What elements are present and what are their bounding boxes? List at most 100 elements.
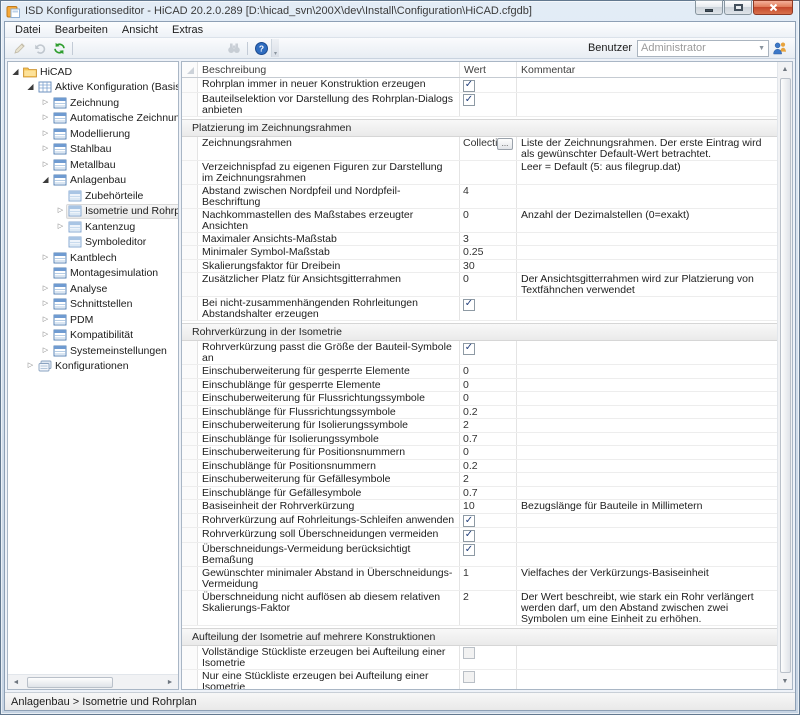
tree-item-analyse[interactable]: ▷Analyse [8, 281, 178, 297]
setting-value-cell[interactable]: 3 [460, 233, 517, 246]
tree-item-pdm[interactable]: ▷PDM [8, 312, 178, 328]
setting-value-cell[interactable] [460, 93, 517, 116]
menu-item-bearbeiten[interactable]: Bearbeiten [48, 23, 115, 37]
expander-collapsed-icon[interactable]: ▷ [40, 346, 51, 356]
user-switch-button[interactable] [769, 39, 791, 57]
setting-value-cell[interactable] [460, 297, 517, 320]
setting-row[interactable]: Gewünschter minimaler Abstand in Übersch… [182, 567, 777, 591]
setting-value-cell[interactable] [460, 514, 517, 528]
setting-row[interactable]: Nur eine Stückliste erzeugen bei Aufteil… [182, 670, 777, 690]
setting-value-cell[interactable] [460, 543, 517, 566]
minimize-button[interactable] [695, 0, 723, 15]
setting-row[interactable]: Maximaler Ansichts-Maßstab3 [182, 233, 777, 247]
setting-value-cell[interactable]: 0 [460, 446, 517, 459]
setting-value-cell[interactable]: 30 [460, 260, 517, 273]
expander-expanded-icon[interactable]: ◢ [40, 175, 51, 185]
setting-row[interactable]: Einschublänge für Flussrichtungssymbole0… [182, 406, 777, 420]
setting-value-cell[interactable]: 0.7 [460, 433, 517, 446]
setting-row[interactable]: Basiseinheit der Rohrverkürzung10Bezugsl… [182, 500, 777, 514]
expander-expanded-icon[interactable]: ◢ [25, 82, 36, 92]
setting-value-cell[interactable]: 0 [460, 273, 517, 296]
setting-value-cell[interactable]: 2 [460, 419, 517, 432]
value-checkbox[interactable] [463, 343, 475, 355]
setting-row[interactable]: Minimaler Symbol-Maßstab0.25 [182, 246, 777, 260]
tree-item-symboleditor[interactable]: Symboleditor [8, 235, 178, 251]
setting-row[interactable]: Rohrverkürzung passt die Größe der Baute… [182, 341, 777, 365]
setting-row[interactable]: Verzeichnispfad zu eigenen Figuren zur D… [182, 161, 777, 185]
setting-row[interactable]: Skalierungsfaktor für Dreibein30 [182, 260, 777, 274]
setting-value-cell[interactable]: 0.7 [460, 487, 517, 500]
setting-value-cell[interactable]: 0.2 [460, 460, 517, 473]
column-header-kommentar[interactable]: Kommentar [517, 62, 777, 77]
find-button[interactable] [224, 39, 244, 57]
setting-value-cell[interactable] [460, 670, 517, 690]
expander-collapsed-icon[interactable]: ▷ [40, 129, 51, 139]
column-header-wert[interactable]: Wert [460, 62, 517, 77]
value-checkbox[interactable] [463, 299, 475, 311]
tree-item-modellierung[interactable]: ▷Modellierung [8, 126, 178, 142]
tree-item-zubeh-rteile[interactable]: Zubehörteile [8, 188, 178, 204]
value-checkbox[interactable] [463, 80, 475, 92]
tree-item-montagesimulation[interactable]: Montagesimulation [8, 266, 178, 282]
tree-item-schnittstellen[interactable]: ▷Schnittstellen [8, 297, 178, 313]
setting-row[interactable]: Nachkommastellen des Maßstabes erzeugter… [182, 209, 777, 233]
setting-row[interactable]: ZeichnungsrahmenCollection...Liste der Z… [182, 137, 777, 161]
scrollbar-thumb[interactable] [27, 677, 113, 688]
setting-value-cell[interactable]: 4 [460, 185, 517, 208]
edit-button[interactable] [9, 39, 29, 57]
menu-item-datei[interactable]: Datei [8, 23, 48, 37]
tree-item-kantenzug[interactable]: ▷Kantenzug [8, 219, 178, 235]
menu-item-extras[interactable]: Extras [165, 23, 210, 37]
scroll-right-icon[interactable]: ► [163, 676, 177, 689]
scrollbar-thumb[interactable] [780, 78, 791, 673]
tree-item-zeichnung[interactable]: ▷Zeichnung [8, 95, 178, 111]
setting-value-cell[interactable]: 0 [460, 392, 517, 405]
expander-collapsed-icon[interactable]: ▷ [55, 206, 66, 216]
value-checkbox[interactable] [463, 647, 475, 659]
setting-value-cell[interactable]: 2 [460, 473, 517, 486]
expander-collapsed-icon[interactable]: ▷ [40, 284, 51, 294]
setting-value-cell[interactable] [460, 341, 517, 364]
setting-value-cell[interactable]: 0.2 [460, 406, 517, 419]
expander-collapsed-icon[interactable]: ▷ [40, 98, 51, 108]
setting-row[interactable]: Bauteilselektion vor Darstellung des Roh… [182, 93, 777, 117]
setting-row[interactable]: Bei nicht-zusammenhängenden Rohrleitunge… [182, 297, 777, 321]
toolbar-overflow-grip[interactable]: ▾ [271, 39, 279, 57]
tree-horizontal-scrollbar[interactable]: ◄ ► [8, 674, 178, 689]
setting-row[interactable]: Einschuberweiterung für Gefällesymbole2 [182, 473, 777, 487]
value-checkbox[interactable] [463, 671, 475, 683]
setting-row[interactable]: Rohrverkürzung soll Überschneidungen ver… [182, 528, 777, 543]
setting-value-cell[interactable]: 0 [460, 209, 517, 232]
expander-collapsed-icon[interactable]: ▷ [40, 253, 51, 263]
tree-item-konfigurationen[interactable]: ▷Konfigurationen [8, 359, 178, 375]
setting-value-cell[interactable]: Collection... [460, 137, 517, 160]
setting-row[interactable]: Zusätzlicher Platz für Ansichtsgitterrah… [182, 273, 777, 297]
tree-item-isometrie-und-rohrplan[interactable]: ▷Isometrie und Rohrplan [8, 204, 178, 220]
setting-value-cell[interactable]: 1 [460, 567, 517, 590]
setting-row[interactable]: Abstand zwischen Nordpfeil und Nordpfeil… [182, 185, 777, 209]
value-checkbox[interactable] [463, 515, 475, 527]
expander-collapsed-icon[interactable]: ▷ [40, 315, 51, 325]
column-header-beschreibung[interactable]: Beschreibung [198, 62, 460, 77]
setting-row[interactable]: Rohrplan immer in neuer Konstruktion erz… [182, 78, 777, 93]
scroll-down-icon[interactable]: ▼ [778, 675, 792, 688]
close-button[interactable] [753, 0, 793, 15]
expander-collapsed-icon[interactable]: ▷ [40, 113, 51, 123]
value-checkbox[interactable] [463, 94, 475, 106]
titlebar[interactable]: ISD Konfigurationseditor - HiCAD 20.2.0.… [4, 1, 796, 21]
setting-row[interactable]: Rohrverkürzung auf Rohrleitungs-Schleife… [182, 514, 777, 529]
expander-collapsed-icon[interactable]: ▷ [55, 222, 66, 232]
user-combobox[interactable]: Administrator ▼ [637, 40, 769, 57]
setting-value-cell[interactable]: 2 [460, 591, 517, 625]
setting-row[interactable]: Einschublänge für Isolierungssymbole0.7 [182, 433, 777, 447]
ellipsis-button[interactable]: ... [497, 138, 513, 150]
setting-value-cell[interactable] [460, 646, 517, 669]
expander-collapsed-icon[interactable]: ▷ [40, 144, 51, 154]
expander-collapsed-icon[interactable]: ▷ [40, 299, 51, 309]
setting-value-cell[interactable]: 0 [460, 379, 517, 392]
setting-value-cell[interactable]: 0 [460, 365, 517, 378]
setting-value-cell[interactable]: 0.25 [460, 246, 517, 259]
setting-row[interactable]: Einschuberweiterung für gesperrte Elemen… [182, 365, 777, 379]
setting-row[interactable]: Einschuberweiterung für Flussrichtungssy… [182, 392, 777, 406]
tree-item-kompatibilit-t[interactable]: ▷Kompatibilität [8, 328, 178, 344]
